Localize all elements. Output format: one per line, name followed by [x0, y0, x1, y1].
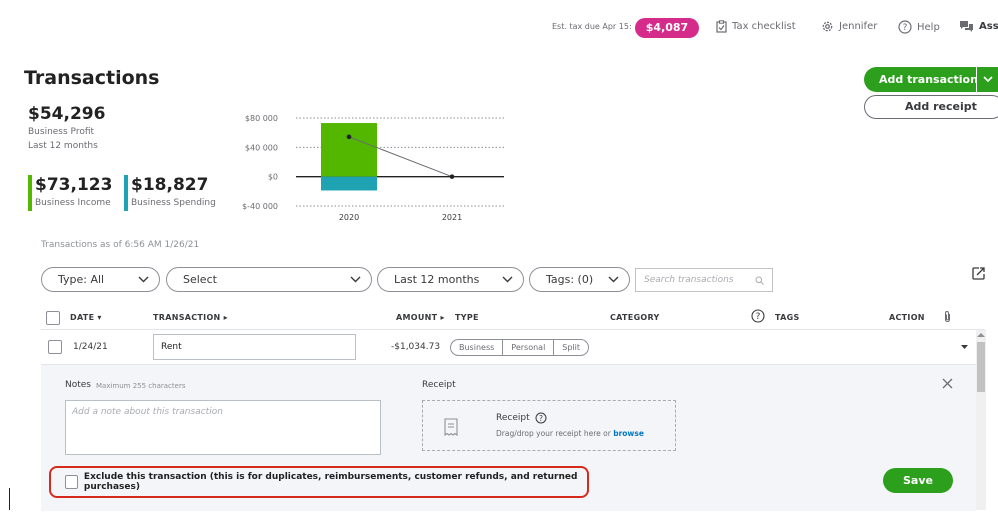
type-column-header: TYPE [455, 313, 479, 322]
help-label: Help [917, 21, 940, 33]
period-filter-dropdown[interactable]: Last 12 months [377, 267, 524, 292]
profit-point [346, 134, 352, 140]
profit-label: Business Profit [28, 127, 95, 137]
spending-label: Business Spending [131, 198, 216, 208]
type-segmented-control[interactable]: Business Personal Split [450, 339, 590, 356]
row-amount: -$1,034.73 [391, 342, 441, 352]
chevron-down-icon [502, 276, 513, 283]
tax-checklist-link[interactable]: Tax checklist [716, 20, 796, 33]
browse-link[interactable]: browse [613, 429, 644, 438]
user-name: Jennifer [839, 21, 878, 32]
type-filter-value: Type: All [58, 273, 105, 286]
scrollbar-thumb[interactable] [977, 342, 985, 392]
exclude-transaction-checkbox[interactable] [65, 475, 78, 489]
notes-label: Notes [65, 380, 91, 390]
select-filter-value: Select [183, 273, 217, 286]
notes-hint: Maximum 255 characters [96, 382, 186, 390]
action-column-header: ACTION [889, 313, 925, 322]
text-cursor [9, 488, 10, 510]
profit-period: Last 12 months [28, 141, 98, 151]
add-receipt-button[interactable]: Add receipt [864, 95, 998, 119]
help-circle-icon[interactable]: ? [751, 309, 765, 323]
chevron-down-icon [350, 276, 361, 283]
select-filter-dropdown[interactable]: Select [166, 267, 372, 292]
spending-color-strip [124, 175, 128, 211]
date-column-header[interactable]: DATE ▾ [70, 313, 102, 322]
page-title: Transactions [24, 67, 160, 89]
scroll-up-arrow-icon[interactable] [977, 332, 985, 338]
amount-column-header[interactable]: AMOUNT ▸ [396, 313, 445, 322]
spending-value: $18,827 [131, 175, 209, 195]
chevron-down-icon [138, 276, 149, 283]
transaction-column-header[interactable]: TRANSACTION ▸ [153, 313, 228, 322]
help-circle-icon: ? [898, 20, 912, 34]
row-date: 1/24/21 [73, 342, 108, 352]
y-tick-label: $80 000 [245, 114, 278, 123]
profit-chart: $80 000 $40 000 $0 $-40 000 2020 2021 [242, 114, 504, 222]
profit-value: $54,296 [28, 104, 106, 124]
est-tax-label: Est. tax due Apr 15: [552, 22, 632, 31]
income-color-strip [28, 175, 32, 211]
assistant-link[interactable]: Assi [959, 20, 998, 33]
category-column-header: CATEGORY [610, 313, 660, 322]
row-checkbox[interactable] [48, 340, 62, 354]
clipboard-check-icon [716, 20, 727, 33]
gear-icon [822, 21, 833, 32]
exclude-transaction-label: Exclude this transaction (this is for du… [83, 472, 578, 492]
exclude-transaction-highlight[interactable]: Exclude this transaction (this is for du… [49, 466, 589, 498]
type-personal-option[interactable]: Personal [503, 340, 555, 355]
y-tick-label: $-40 000 [242, 202, 278, 211]
svg-text:?: ? [539, 414, 543, 423]
est-tax-amount-badge[interactable]: $4,087 [635, 18, 699, 38]
x-tick-label: 2021 [442, 213, 462, 222]
type-business-option[interactable]: Business [451, 340, 504, 355]
paperclip-icon [945, 310, 950, 323]
tax-checklist-label: Tax checklist [732, 21, 796, 32]
notes-placeholder: Add a note about this transaction [72, 407, 223, 417]
transaction-name-input[interactable]: Rent [153, 334, 356, 360]
receipt-icon [444, 418, 458, 436]
user-menu[interactable]: Jennifer [821, 20, 877, 33]
transactions-as-of: Transactions as of 6:56 AM 1/26/21 [41, 240, 200, 250]
income-label: Business Income [35, 198, 111, 208]
tags-column-header: TAGS [775, 313, 800, 322]
y-tick-label: $40 000 [245, 143, 278, 152]
period-filter-value: Last 12 months [394, 273, 480, 286]
select-all-checkbox[interactable] [46, 311, 60, 325]
profit-point [449, 174, 455, 179]
x-tick-label: 2020 [339, 213, 359, 222]
search-transactions-input[interactable]: Search transactions [635, 268, 773, 292]
receipt-title: Receipt [496, 413, 530, 423]
receipt-dropzone[interactable]: Receipt ? Drag/drop your receipt here or… [422, 400, 676, 451]
type-split-option[interactable]: Split [554, 340, 588, 355]
help-link[interactable]: ? Help [898, 20, 940, 34]
help-circle-icon[interactable]: ? [535, 412, 547, 424]
notes-textarea[interactable]: Add a note about this transaction [65, 400, 381, 455]
search-placeholder: Search transactions [644, 275, 734, 285]
income-bar [321, 123, 377, 177]
search-icon [755, 276, 764, 285]
chevron-down-icon [982, 76, 993, 83]
chevron-down-icon [608, 276, 619, 283]
spending-bar [321, 176, 377, 191]
caret-down-icon[interactable] [961, 345, 968, 350]
assistant-label: Assi [979, 21, 998, 32]
chat-bubbles-icon [960, 21, 973, 32]
type-filter-dropdown[interactable]: Type: All [41, 267, 160, 292]
svg-text:?: ? [756, 312, 761, 322]
add-transaction-dropdown-button[interactable] [976, 67, 998, 92]
income-value: $73,123 [35, 175, 113, 195]
close-icon[interactable] [942, 378, 953, 389]
receipt-hint: Drag/drop your receipt here or [496, 429, 611, 438]
tags-filter-dropdown[interactable]: Tags: (0) [529, 267, 630, 292]
tags-filter-value: Tags: (0) [546, 273, 594, 286]
receipt-hint-line: Drag/drop your receipt here or browse [496, 429, 644, 438]
receipt-label: Receipt [422, 380, 456, 390]
y-tick-label: $0 [268, 173, 278, 182]
save-button[interactable]: Save [883, 468, 953, 493]
svg-text:?: ? [903, 23, 908, 33]
export-icon[interactable] [971, 266, 986, 281]
